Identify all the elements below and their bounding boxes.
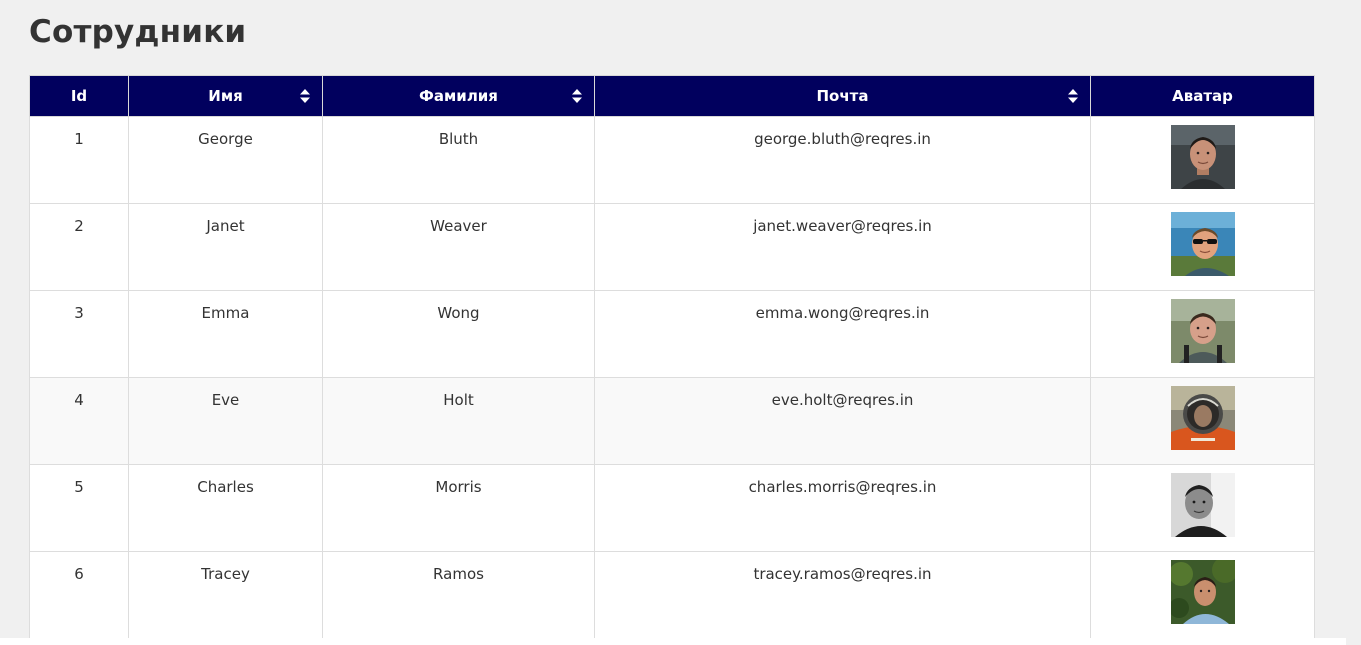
column-header-email[interactable]: Почта: [594, 75, 1091, 117]
cell-email: tracey.ramos@reqres.in: [594, 551, 1091, 639]
column-header-avatar: Аватар: [1090, 75, 1315, 117]
cell-first-name: Charles: [128, 464, 323, 552]
table-row: 2 Janet Weaver janet.weaver@reqres.in: [29, 203, 1315, 291]
column-header-label: Фамилия: [419, 87, 498, 105]
cell-last-name: Ramos: [322, 551, 595, 639]
column-header-label: Аватар: [1172, 87, 1233, 105]
sort-icon[interactable]: [300, 89, 310, 103]
cell-avatar: [1090, 464, 1315, 552]
cell-id: 3: [29, 290, 129, 378]
cell-avatar: [1090, 290, 1315, 378]
cell-last-name: Bluth: [322, 116, 595, 204]
cell-id: 1: [29, 116, 129, 204]
cell-avatar: [1090, 551, 1315, 639]
cell-avatar: [1090, 203, 1315, 291]
table-row: 3 Emma Wong emma.wong@reqres.in: [29, 290, 1315, 378]
column-header-label: Почта: [816, 87, 869, 105]
avatar-tracey-icon: [1170, 560, 1235, 624]
cell-email: emma.wong@reqres.in: [594, 290, 1091, 378]
cell-id: 5: [29, 464, 129, 552]
cell-last-name: Holt: [322, 377, 595, 465]
cell-avatar: [1090, 377, 1315, 465]
page-title: Сотрудники: [29, 14, 247, 50]
cell-first-name: George: [128, 116, 323, 204]
column-header-label: Имя: [208, 87, 243, 105]
cell-last-name: Wong: [322, 290, 595, 378]
cell-email: janet.weaver@reqres.in: [594, 203, 1091, 291]
avatar-janet-icon: [1170, 212, 1235, 276]
cell-id: 6: [29, 551, 129, 639]
cell-id: 4: [29, 377, 129, 465]
cell-id: 2: [29, 203, 129, 291]
column-header-first-name[interactable]: Имя: [128, 75, 323, 117]
cell-email: eve.holt@reqres.in: [594, 377, 1091, 465]
sort-icon[interactable]: [1068, 89, 1078, 103]
avatar-emma-icon: [1170, 299, 1235, 363]
cell-email: charles.morris@reqres.in: [594, 464, 1091, 552]
sort-icon[interactable]: [572, 89, 582, 103]
employees-table-container: Id Имя Фамилия Почта Аватар 1 George Blu…: [29, 75, 1315, 639]
table-header: Id Имя Фамилия Почта Аватар: [29, 75, 1315, 117]
cell-last-name: Weaver: [322, 203, 595, 291]
column-header-last-name[interactable]: Фамилия: [322, 75, 595, 117]
table-row: 1 George Bluth george.bluth@reqres.in: [29, 116, 1315, 204]
column-header-id: Id: [29, 75, 129, 117]
cell-first-name: Janet: [128, 203, 323, 291]
page-bottom-strip: [0, 638, 1346, 645]
cell-first-name: Eve: [128, 377, 323, 465]
avatar-george-icon: [1170, 125, 1235, 189]
table-row: 6 Tracey Ramos tracey.ramos@reqres.in: [29, 551, 1315, 639]
employees-table: Id Имя Фамилия Почта Аватар 1 George Blu…: [29, 75, 1315, 639]
table-row: 5 Charles Morris charles.morris@reqres.i…: [29, 464, 1315, 552]
cell-avatar: [1090, 116, 1315, 204]
avatar-eve-icon: [1170, 386, 1235, 450]
cell-first-name: Tracey: [128, 551, 323, 639]
cell-email: george.bluth@reqres.in: [594, 116, 1091, 204]
cell-first-name: Emma: [128, 290, 323, 378]
cell-last-name: Morris: [322, 464, 595, 552]
column-header-label: Id: [70, 87, 88, 105]
table-body: 1 George Bluth george.bluth@reqres.in 2 …: [29, 116, 1315, 639]
table-header-row: Id Имя Фамилия Почта Аватар: [29, 75, 1315, 117]
table-row: 4 Eve Holt eve.holt@reqres.in: [29, 377, 1315, 465]
avatar-charles-icon: [1170, 473, 1235, 537]
